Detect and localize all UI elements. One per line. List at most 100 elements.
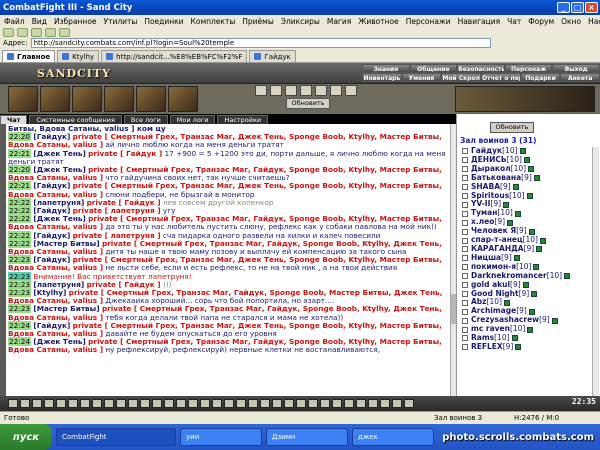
taskbar-item[interactable]: CombatFight	[56, 428, 176, 446]
action-icon[interactable]	[128, 399, 138, 408]
taskbar-item[interactable]: уии	[180, 428, 262, 446]
scroll-icon[interactable]	[270, 85, 282, 96]
action-icon[interactable]	[140, 399, 150, 408]
minimize-button[interactable]: _	[557, 2, 570, 13]
scroll-icon[interactable]	[255, 85, 267, 96]
action-icon[interactable]	[380, 399, 390, 408]
menu-item[interactable]: Животное	[358, 17, 398, 26]
menu-item[interactable]: Форум	[528, 17, 554, 26]
user-info-icon[interactable]	[462, 175, 468, 182]
action-icon[interactable]	[272, 399, 282, 408]
action-icon[interactable]	[248, 399, 258, 408]
window-title-bar[interactable]: CombatFight III - Sand City _ □ ×	[0, 0, 600, 15]
user-info-icon[interactable]	[462, 192, 468, 199]
chat-tab[interactable]: Чат	[0, 115, 28, 124]
action-icon[interactable]	[344, 399, 354, 408]
game-nav-item[interactable]: Выход	[552, 64, 600, 73]
action-icon[interactable]	[260, 399, 270, 408]
game-nav-item[interactable]: Подарки	[520, 73, 561, 82]
taskbar-item[interactable]: Дзимн	[266, 428, 348, 446]
menu-item[interactable]: Вид	[32, 17, 47, 26]
address-input[interactable]	[30, 38, 491, 48]
menu-item[interactable]: Настройки	[588, 17, 600, 26]
user-info-icon[interactable]	[462, 237, 468, 244]
game-nav-item[interactable]: Персонаж	[504, 64, 553, 73]
menu-item[interactable]: Приёмы	[242, 17, 273, 26]
back-icon[interactable]	[3, 27, 14, 37]
action-icon[interactable]	[320, 399, 330, 408]
action-icon[interactable]	[284, 399, 294, 408]
menu-item[interactable]: Файл	[4, 17, 25, 26]
action-icon[interactable]	[368, 399, 378, 408]
game-nav-item[interactable]: Анкета	[560, 73, 600, 82]
user-info-icon[interactable]	[462, 157, 468, 164]
action-icon[interactable]	[92, 399, 102, 408]
user-row[interactable]: REFLEX [9]	[462, 342, 592, 352]
action-icon[interactable]	[236, 399, 246, 408]
action-icon[interactable]	[392, 399, 402, 408]
user-info-icon[interactable]	[462, 308, 468, 315]
action-icon[interactable]	[332, 399, 342, 408]
taskbar-item[interactable]: джек	[352, 428, 434, 446]
game-nav-item[interactable]: Инвентарь	[362, 73, 402, 82]
action-icon[interactable]	[56, 399, 66, 408]
action-icon[interactable]	[356, 399, 366, 408]
game-nav-item[interactable]: Знания	[362, 64, 410, 73]
action-icon[interactable]	[20, 399, 30, 408]
update-button[interactable]: Обновить	[286, 98, 330, 109]
menu-item[interactable]: Чат	[507, 17, 521, 26]
action-icon[interactable]	[308, 399, 318, 408]
game-nav-item[interactable]: Безопасность	[457, 64, 505, 73]
action-icon[interactable]	[200, 399, 210, 408]
user-info-icon[interactable]	[462, 219, 468, 226]
scroll-icon[interactable]	[285, 85, 297, 96]
user-info-icon[interactable]	[462, 184, 468, 191]
scroll-icon[interactable]	[300, 85, 312, 96]
forward-icon[interactable]	[17, 27, 28, 37]
action-icon[interactable]	[104, 399, 114, 408]
user-info-icon[interactable]	[462, 290, 468, 297]
menu-item[interactable]: Эликсиры	[281, 17, 320, 26]
action-icon[interactable]	[176, 399, 186, 408]
menu-item[interactable]: Навигация	[458, 17, 501, 26]
chat-tab[interactable]: Настройки	[217, 115, 269, 124]
user-info-icon[interactable]	[462, 317, 468, 324]
menu-item[interactable]: Окно	[561, 17, 581, 26]
game-nav-item[interactable]: Отчет о переводах	[481, 73, 521, 82]
action-icon[interactable]	[8, 399, 18, 408]
browser-tab[interactable]: Ktylhy	[57, 50, 100, 62]
action-icon[interactable]	[188, 399, 198, 408]
menu-item[interactable]: Утилиты	[104, 17, 138, 26]
user-info-icon[interactable]	[462, 246, 468, 253]
scroll-icon[interactable]	[315, 85, 327, 96]
action-icon[interactable]	[116, 399, 126, 408]
action-icon[interactable]	[80, 399, 90, 408]
chat-tab[interactable]: Системные сообщения	[29, 115, 122, 124]
action-icon[interactable]	[212, 399, 222, 408]
user-info-icon[interactable]	[462, 166, 468, 173]
browser-tab[interactable]: Гайдук	[249, 50, 296, 62]
user-info-icon[interactable]	[462, 326, 468, 333]
game-nav-item[interactable]: Мой Скролл	[441, 73, 482, 82]
action-icon[interactable]	[44, 399, 54, 408]
chat-tab[interactable]: Все логи	[123, 115, 168, 124]
room-update-button[interactable]: Обновить	[490, 122, 534, 133]
user-info-icon[interactable]	[462, 210, 468, 217]
message-recipients[interactable]: private [ Гайдук ]	[88, 149, 162, 158]
refresh-icon[interactable]	[45, 27, 56, 37]
user-list-scrollbar[interactable]	[592, 147, 599, 396]
action-icon[interactable]	[152, 399, 162, 408]
chat-tab[interactable]: Мои логи	[169, 115, 216, 124]
close-button[interactable]: ×	[585, 2, 598, 13]
action-icon[interactable]	[404, 399, 414, 408]
game-nav-item[interactable]: Умения	[401, 73, 442, 82]
user-info-icon[interactable]	[462, 148, 468, 155]
action-icon[interactable]	[224, 399, 234, 408]
user-info-icon[interactable]	[462, 255, 468, 262]
stop-icon[interactable]	[59, 27, 70, 37]
user-info-icon[interactable]	[462, 282, 468, 289]
menu-item[interactable]: Комплекты	[191, 17, 236, 26]
user-info-icon[interactable]	[462, 264, 468, 271]
start-button[interactable]: пуск	[0, 424, 52, 450]
user-info-icon[interactable]	[462, 273, 468, 280]
